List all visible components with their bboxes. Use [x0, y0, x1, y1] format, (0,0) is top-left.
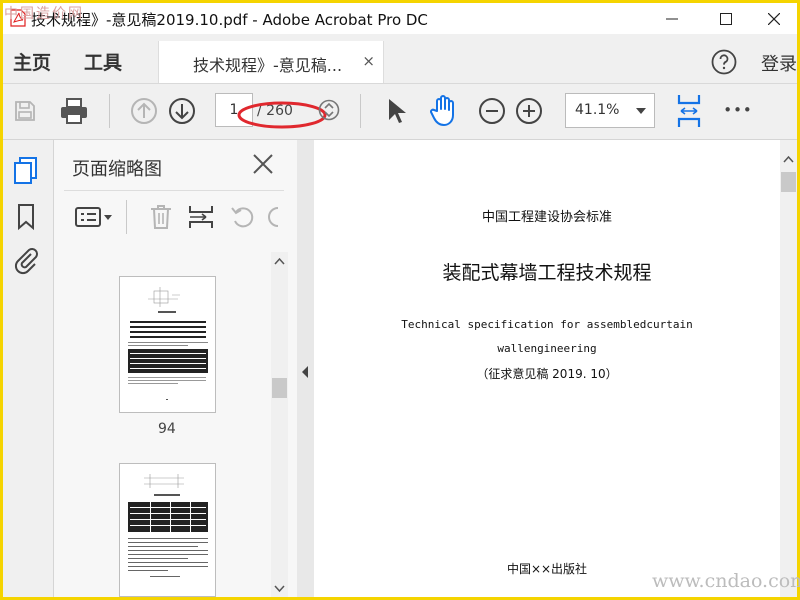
red-annotation-ellipse: [236, 100, 328, 130]
document-title: 装配式幕墙工程技术规程: [442, 262, 652, 284]
pane-collapse-handle[interactable]: [297, 140, 314, 597]
english-title-line2: wallengineering: [497, 342, 597, 355]
thumbnail-options-icon[interactable]: [74, 204, 114, 230]
toolbar-separator: [360, 94, 361, 128]
bookmark-icon[interactable]: [13, 202, 39, 232]
hand-tool-icon[interactable]: [427, 94, 461, 128]
close-pane-icon[interactable]: [252, 153, 274, 175]
zoom-out-icon[interactable]: [477, 96, 507, 126]
select-tool-icon[interactable]: [383, 96, 409, 126]
window-title: 技术规程》-意见稿2019.10.pdf - Adobe Acrobat Pro…: [31, 11, 428, 29]
thumbnails-scrollbar[interactable]: [271, 252, 288, 597]
zoom-value: 41.1%: [575, 102, 620, 118]
english-title-line1: Technical specification for assembledcur…: [401, 318, 693, 331]
thumbnail-tools: [54, 192, 284, 242]
toolbar-separator: [109, 94, 110, 128]
tab-home[interactable]: 主页: [13, 48, 51, 75]
zoom-in-icon[interactable]: [514, 96, 544, 126]
attachment-icon[interactable]: [11, 244, 41, 276]
chevron-down-icon: [636, 108, 646, 114]
rotate-icon[interactable]: [228, 203, 258, 231]
pane-title: 页面缩略图: [72, 159, 162, 180]
watermark-top: 中国造价网: [4, 6, 84, 22]
more-tools-icon[interactable]: •••: [721, 98, 755, 122]
maximize-button[interactable]: [703, 3, 749, 34]
standard-org-line: 中国工程建设协会标准: [481, 210, 612, 225]
watermark-bottom: www.cndao.com: [652, 570, 800, 592]
title-bar: 技术规程》-意见稿2019.10.pdf - Adobe Acrobat Pro…: [3, 3, 797, 34]
document-tab-label: 技术规程》-意见稿...: [193, 56, 343, 75]
zoom-dropdown[interactable]: 41.1%: [565, 93, 655, 128]
insert-page-icon[interactable]: [186, 203, 216, 231]
rotate-clockwise-icon[interactable]: [264, 203, 282, 231]
main-toolbar: 1 / 260 41.1% •••: [3, 84, 797, 140]
previous-page-icon[interactable]: [129, 96, 159, 126]
login-link[interactable]: 登录: [761, 50, 797, 76]
tab-tools[interactable]: 工具: [84, 48, 122, 75]
draft-status: （征求意见稿 2019. 10）: [476, 367, 618, 381]
save-icon[interactable]: [11, 97, 39, 125]
document-tab-close-button[interactable]: ×: [362, 52, 375, 70]
document-scrollbar[interactable]: [780, 140, 797, 597]
thumbnail-page-number: 94: [158, 421, 176, 437]
minimize-button[interactable]: [649, 3, 695, 34]
page-thumbnails-pane: 页面缩略图 94: [54, 140, 298, 597]
tab-bar: 主页 工具 技术规程》-意见稿... × 登录: [3, 34, 797, 84]
document-page: 中国工程建设协会标准 装配式幕墙工程技术规程 Technical specifi…: [314, 140, 780, 597]
page-thumbnail[interactable]: [119, 276, 216, 413]
page-stepper-icon[interactable]: [317, 98, 341, 122]
left-navigation-rail: [3, 140, 54, 597]
print-icon[interactable]: [58, 95, 90, 127]
pane-divider: [64, 190, 284, 191]
page-thumbnail[interactable]: [119, 463, 216, 597]
next-page-icon[interactable]: [167, 96, 197, 126]
document-tab[interactable]: 技术规程》-意见稿... ×: [158, 41, 384, 83]
fit-page-icon[interactable]: [673, 92, 705, 130]
page-thumbnails-icon[interactable]: [11, 156, 41, 186]
trash-icon[interactable]: [147, 203, 175, 231]
tools-separator: [126, 200, 127, 234]
close-window-button[interactable]: [751, 3, 797, 34]
acrobat-window: 技术规程》-意见稿2019.10.pdf - Adobe Acrobat Pro…: [3, 3, 797, 597]
help-icon[interactable]: [711, 49, 737, 75]
